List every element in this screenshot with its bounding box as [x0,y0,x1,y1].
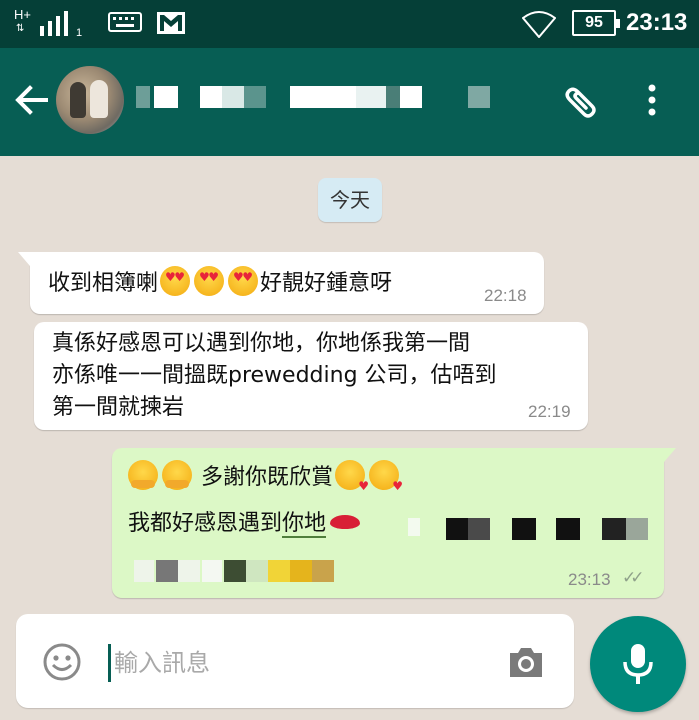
chat-header [0,48,699,156]
message-time: 23:13 [568,570,611,589]
message-bubble-incoming[interactable]: 真係好感恩可以遇到你地，你地係我第一間 亦係唯一一間搵既prewedding 公… [34,322,588,430]
wifi-icon [522,11,556,38]
message-bubble-outgoing[interactable]: 多謝你既欣賞 我都好感恩遇到你地 23:13 ✓✓ [112,448,676,598]
message-link[interactable]: 你地 [282,511,327,538]
message-text-line: 亦係唯一一間搵既prewedding 公司，估唔到 [52,363,497,388]
kiss-mark-emoji [328,506,362,536]
heart-eyes-emoji [228,266,259,296]
contact-name-redacted[interactable] [136,86,516,114]
hugging-emoji [128,460,158,490]
contact-avatar[interactable] [56,66,124,134]
avatar-figure [70,82,86,118]
battery-level: 95 [585,14,603,31]
heart-eyes-emoji [160,266,191,296]
message-text-part: 好靚好鍾意呀 [260,271,393,296]
message-composer: 輸入訊息 [16,614,574,708]
message-text-line: 第一間就揀岩 [52,395,185,420]
date-divider: 今天 [318,178,382,222]
message-input[interactable]: 輸入訊息 [114,646,210,680]
hugging-emoji [162,460,192,490]
gmail-icon [157,12,185,34]
clock: 23:13 [626,9,688,36]
emoji-icon[interactable] [42,642,82,682]
avatar-figure [90,80,108,118]
message-list[interactable]: 今天 收到相簿喇 好靚好鍾意呀 22:18 真係好感恩可以遇到你地，你地係我第一間… [0,156,699,606]
face-blowing-kiss-emoji [369,460,403,502]
heart-eyes-emoji [194,266,225,296]
read-receipt-icon: ✓✓ [622,568,644,588]
back-arrow-icon[interactable] [10,78,54,122]
microphone-icon [623,644,653,684]
camera-icon[interactable] [506,644,546,680]
keyboard-icon [108,12,142,32]
message-text: 多謝你既欣賞 [126,460,403,502]
battery-icon: 95 [572,10,620,36]
status-bar: H+ ⇅ 1 95 23:13 [0,0,699,48]
network-type: H+ [14,7,31,22]
signal-icon [40,11,68,36]
sim-slot: 1 [76,27,83,39]
message-text: 我都好感恩遇到你地 [128,506,364,540]
text-cursor [108,644,111,682]
message-text-part: 多謝你既欣賞 [201,465,334,490]
message-bubble-incoming[interactable]: 收到相簿喇 好靚好鍾意呀 22:18 [18,252,544,314]
more-options-icon[interactable] [640,78,664,122]
microphone-button[interactable] [590,616,686,712]
message-time: 22:19 [528,402,571,421]
attachment-icon[interactable] [560,78,604,122]
message-text-line: 真係好感恩可以遇到你地，你地係我第一間 [52,331,471,356]
message-text-part: 我都好感恩遇到 [128,511,283,536]
message-text: 收到相簿喇 好靚好鍾意呀 [48,266,392,300]
data-arrows-icon: ⇅ [16,23,25,34]
face-blowing-kiss-emoji [335,460,369,502]
message-text-part: 收到相簿喇 [48,271,159,296]
message-time: 22:18 [484,286,527,305]
